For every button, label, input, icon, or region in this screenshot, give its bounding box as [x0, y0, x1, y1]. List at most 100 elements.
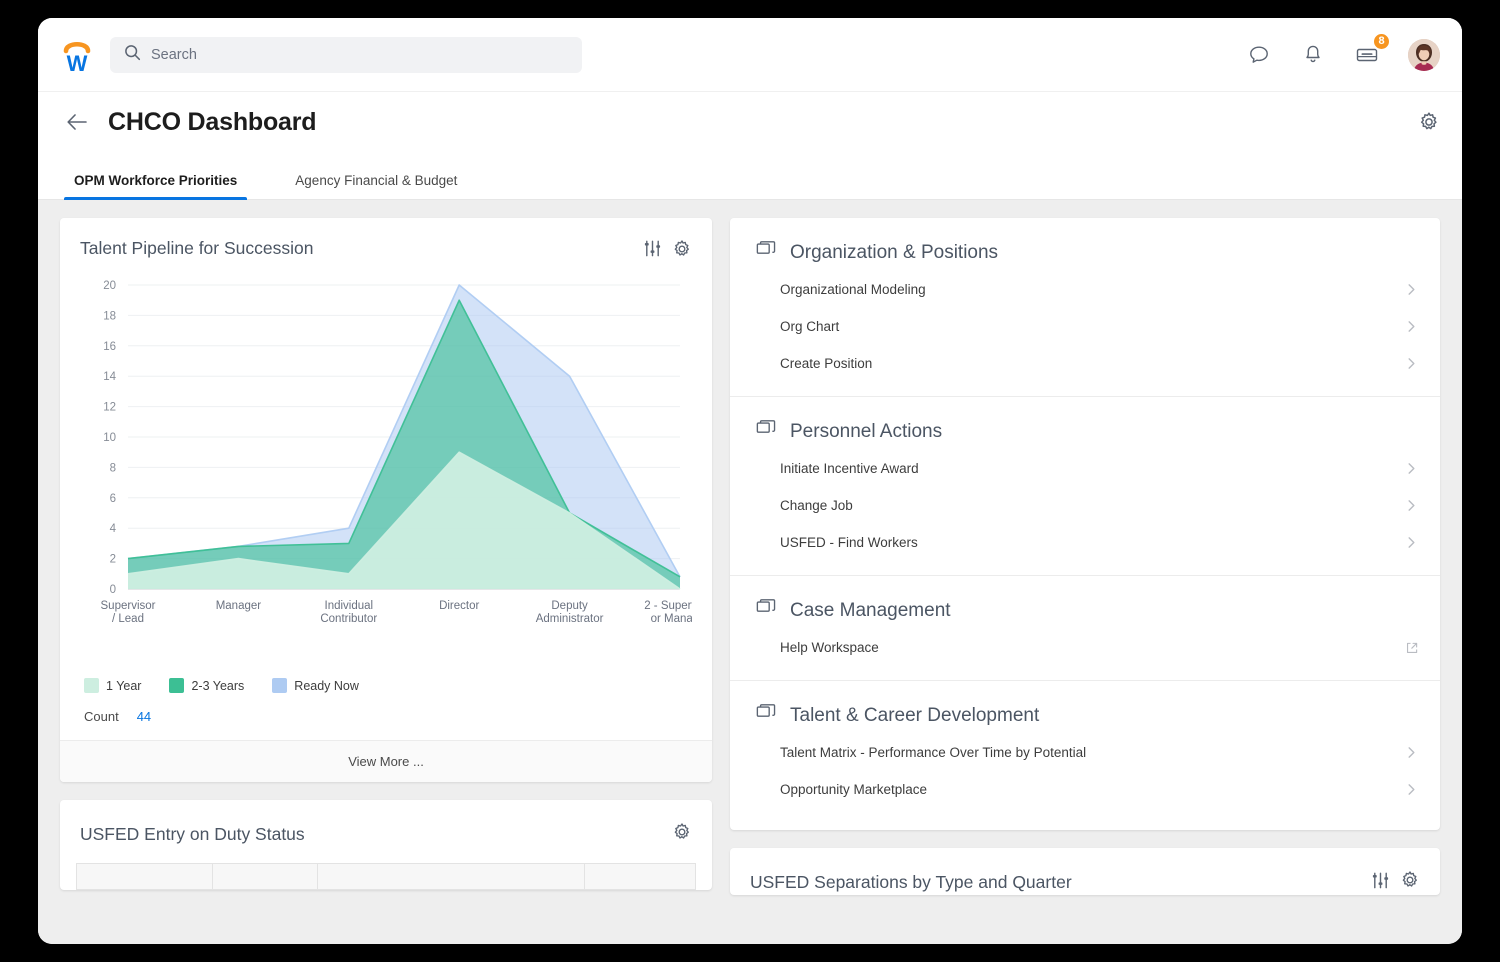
chevron-right-icon — [1405, 283, 1418, 296]
windows-stack-icon — [756, 240, 776, 265]
y-axis-tick-label: 18 — [103, 310, 116, 322]
panel-link-row[interactable]: Change Job — [730, 487, 1440, 524]
chevron-right-icon — [1405, 499, 1418, 512]
panel-link-label: Organizational Modeling — [780, 282, 926, 297]
quick-links-panel: Organization & Positions Organizational M… — [730, 218, 1440, 830]
x-axis-tick-label: Individual — [325, 600, 374, 612]
inbox-icon[interactable]: 8 — [1354, 42, 1380, 68]
chevron-right-icon — [1405, 357, 1418, 370]
panel-section-title: Talent & Career Development — [790, 705, 1039, 727]
panel-section: Talent & Career Development Talent Matrix… — [730, 681, 1440, 830]
table-header-cell — [77, 864, 213, 890]
panel-link-label: USFED - Find Workers — [780, 535, 918, 550]
talent-pipeline-card-actions — [643, 239, 692, 259]
search-input[interactable]: Search — [110, 37, 582, 73]
view-more-button[interactable]: View More ... — [60, 740, 712, 782]
legend-label-2-3-years: 2-3 Years — [191, 679, 244, 693]
usfed-separations-card-actions — [1371, 870, 1420, 895]
panel-section: Organization & Positions Organizational M… — [730, 218, 1440, 397]
header-actions: 8 — [1246, 39, 1440, 71]
y-axis-tick-label: 2 — [110, 554, 116, 566]
right-column: Organization & Positions Organizational M… — [730, 218, 1440, 944]
panel-section-title: Organization & Positions — [790, 242, 998, 264]
usfed-entry-title: USFED Entry on Duty Status — [80, 824, 305, 845]
gear-icon[interactable] — [672, 239, 692, 259]
panel-link-label: Talent Matrix - Performance Over Time by… — [780, 745, 1086, 760]
table-header-cell — [318, 864, 584, 890]
panel-link-label: Initiate Incentive Award — [780, 461, 919, 476]
table-header-cell — [213, 864, 318, 890]
x-axis-tick-label: Contributor — [320, 613, 377, 625]
y-axis-tick-label: 14 — [103, 371, 116, 383]
y-axis-tick-label: 12 — [103, 402, 116, 414]
panel-link-row[interactable]: Organizational Modeling — [730, 271, 1440, 308]
y-axis-tick-label: 10 — [103, 432, 116, 444]
panel-section: Case Management Help Workspace — [730, 576, 1440, 681]
panel-section-title: Case Management — [790, 600, 951, 622]
y-axis-tick-label: 20 — [103, 280, 116, 292]
panel-section-title: Personnel Actions — [790, 421, 942, 443]
panel-link-label: Opportunity Marketplace — [780, 782, 927, 797]
count-label: Count — [84, 709, 119, 724]
table-row — [77, 864, 696, 890]
panel-link-row[interactable]: USFED - Find Workers — [730, 524, 1440, 561]
panel-link-row[interactable]: Help Workspace — [730, 629, 1440, 666]
talent-pipeline-title: Talent Pipeline for Succession — [80, 238, 313, 259]
usfed-entry-card-actions — [672, 822, 692, 847]
panel-link-row[interactable]: Talent Matrix - Performance Over Time by… — [730, 734, 1440, 771]
x-axis-tick-label: Manager — [216, 600, 262, 612]
panel-section-header: Case Management — [730, 598, 1440, 629]
talent-pipeline-card: Talent Pipeline for Succession — [60, 218, 712, 782]
x-axis-tick-label: Supervisor — [101, 600, 156, 612]
panel-link-row[interactable]: Create Position — [730, 345, 1440, 382]
gear-icon[interactable] — [672, 822, 692, 847]
app-window: W Search — [38, 18, 1462, 944]
panel-link-label: Create Position — [780, 356, 872, 371]
x-axis-tick-label: Deputy — [551, 600, 588, 612]
chevron-right-icon — [1405, 746, 1418, 759]
page-title-bar: CHCO Dashboard — [38, 92, 1462, 152]
chevron-right-icon — [1405, 320, 1418, 333]
back-button[interactable] — [64, 109, 90, 135]
gear-icon[interactable] — [1400, 870, 1420, 895]
count-value[interactable]: 44 — [137, 709, 151, 724]
x-axis-tick-label: or Manager — [651, 613, 692, 625]
panel-link-row[interactable]: Org Chart — [730, 308, 1440, 345]
chevron-right-icon — [1405, 536, 1418, 549]
avatar[interactable] — [1408, 39, 1440, 71]
panel-link-row[interactable]: Opportunity Marketplace — [730, 771, 1440, 808]
page-settings-gear-icon[interactable] — [1418, 111, 1440, 133]
legend-swatch-2-3-years — [169, 678, 184, 693]
chart-legend: 1 Year 2-3 Years Ready Now — [60, 672, 712, 693]
dashboard-body: Talent Pipeline for Succession — [38, 200, 1462, 944]
filter-icon[interactable] — [1371, 871, 1390, 895]
bell-icon[interactable] — [1300, 42, 1326, 68]
table-header-cell — [584, 864, 695, 890]
inbox-badge: 8 — [1372, 32, 1391, 51]
legend-label-1-year: 1 Year — [106, 679, 141, 693]
windows-stack-icon — [756, 703, 776, 728]
talent-pipeline-card-header: Talent Pipeline for Succession — [60, 218, 712, 259]
windows-stack-icon — [756, 598, 776, 623]
panel-link-row[interactable]: Initiate Incentive Award — [730, 450, 1440, 487]
legend-swatch-ready-now — [272, 678, 287, 693]
svg-text:W: W — [67, 51, 88, 74]
tab-opm-workforce-priorities[interactable]: OPM Workforce Priorities — [64, 173, 247, 199]
usfed-separations-card-header: USFED Separations by Type and Quarter — [730, 848, 1440, 895]
filter-icon[interactable] — [643, 239, 662, 258]
panel-link-label: Change Job — [780, 498, 853, 513]
legend-swatch-1-year — [84, 678, 99, 693]
y-axis-tick-label: 16 — [103, 341, 116, 353]
chat-icon[interactable] — [1246, 42, 1272, 68]
tab-agency-financial-budget[interactable]: Agency Financial & Budget — [285, 173, 467, 199]
left-column: Talent Pipeline for Succession — [60, 218, 712, 944]
panel-section-header: Talent & Career Development — [730, 703, 1440, 734]
legend-label-ready-now: Ready Now — [294, 679, 359, 693]
workday-logo[interactable]: W — [54, 32, 100, 78]
legend-item-ready-now[interactable]: Ready Now — [272, 678, 359, 693]
usfed-entry-card-header: USFED Entry on Duty Status — [60, 800, 712, 847]
chart-count-row: Count 44 — [60, 693, 712, 740]
legend-item-2-3-years[interactable]: 2-3 Years — [169, 678, 244, 693]
area-chart-svg: 02468101214161820Supervisor/ LeadManager… — [68, 267, 692, 667]
legend-item-1-year[interactable]: 1 Year — [84, 678, 141, 693]
